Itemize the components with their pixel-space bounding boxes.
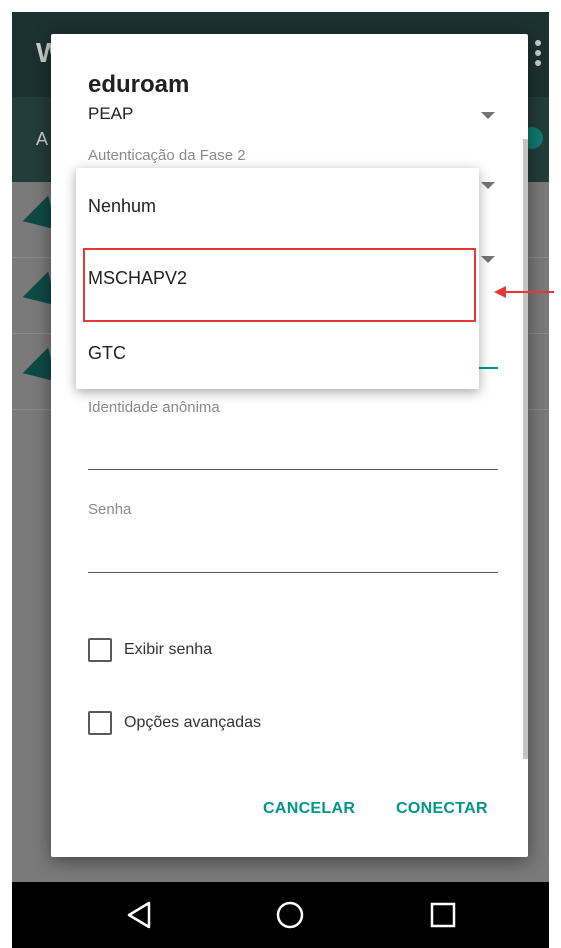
switch-label: A [36, 129, 49, 149]
dropdown-option-gtc[interactable]: GTC [88, 343, 126, 364]
phase2-label: Autenticação da Fase 2 [88, 147, 246, 164]
anonymous-identity-input[interactable] [88, 469, 498, 470]
annotation-arrow-icon [494, 286, 554, 298]
show-password-checkbox[interactable] [88, 638, 112, 662]
advanced-options-label: Opções avançadas [124, 714, 261, 731]
show-password-row[interactable]: Exibir senha [88, 637, 212, 663]
anonymous-identity-label: Identidade anônima [88, 399, 220, 416]
certificate-dropdown-icon[interactable] [481, 256, 495, 263]
password-label: Senha [88, 501, 132, 518]
dialog-scrollbar[interactable] [523, 139, 528, 759]
show-password-label: Exibir senha [124, 641, 213, 658]
network-dialog: eduroam PEAP Autenticação da Fase 2 Iden… [51, 34, 528, 857]
highlight-box [83, 248, 476, 322]
dialog-title: eduroam [88, 71, 190, 98]
dropdown-option-nenhum[interactable]: Nenhum [88, 196, 156, 217]
system-nav-bar [12, 882, 549, 948]
recents-icon[interactable] [428, 900, 458, 930]
phase2-dropdown-icon[interactable] [481, 182, 495, 189]
cancel-button[interactable]: CANCELAR [263, 800, 355, 818]
connect-button[interactable]: CONECTAR [396, 800, 488, 818]
eap-method-dropdown-icon[interactable] [481, 112, 495, 119]
home-icon[interactable] [275, 900, 305, 930]
back-icon[interactable] [125, 900, 155, 930]
password-input[interactable] [88, 572, 498, 573]
eap-method-spinner[interactable]: PEAP [88, 104, 133, 124]
overflow-menu-icon [535, 40, 541, 68]
advanced-options-checkbox[interactable] [88, 711, 112, 735]
advanced-options-row[interactable]: Opções avançadas [88, 710, 261, 736]
